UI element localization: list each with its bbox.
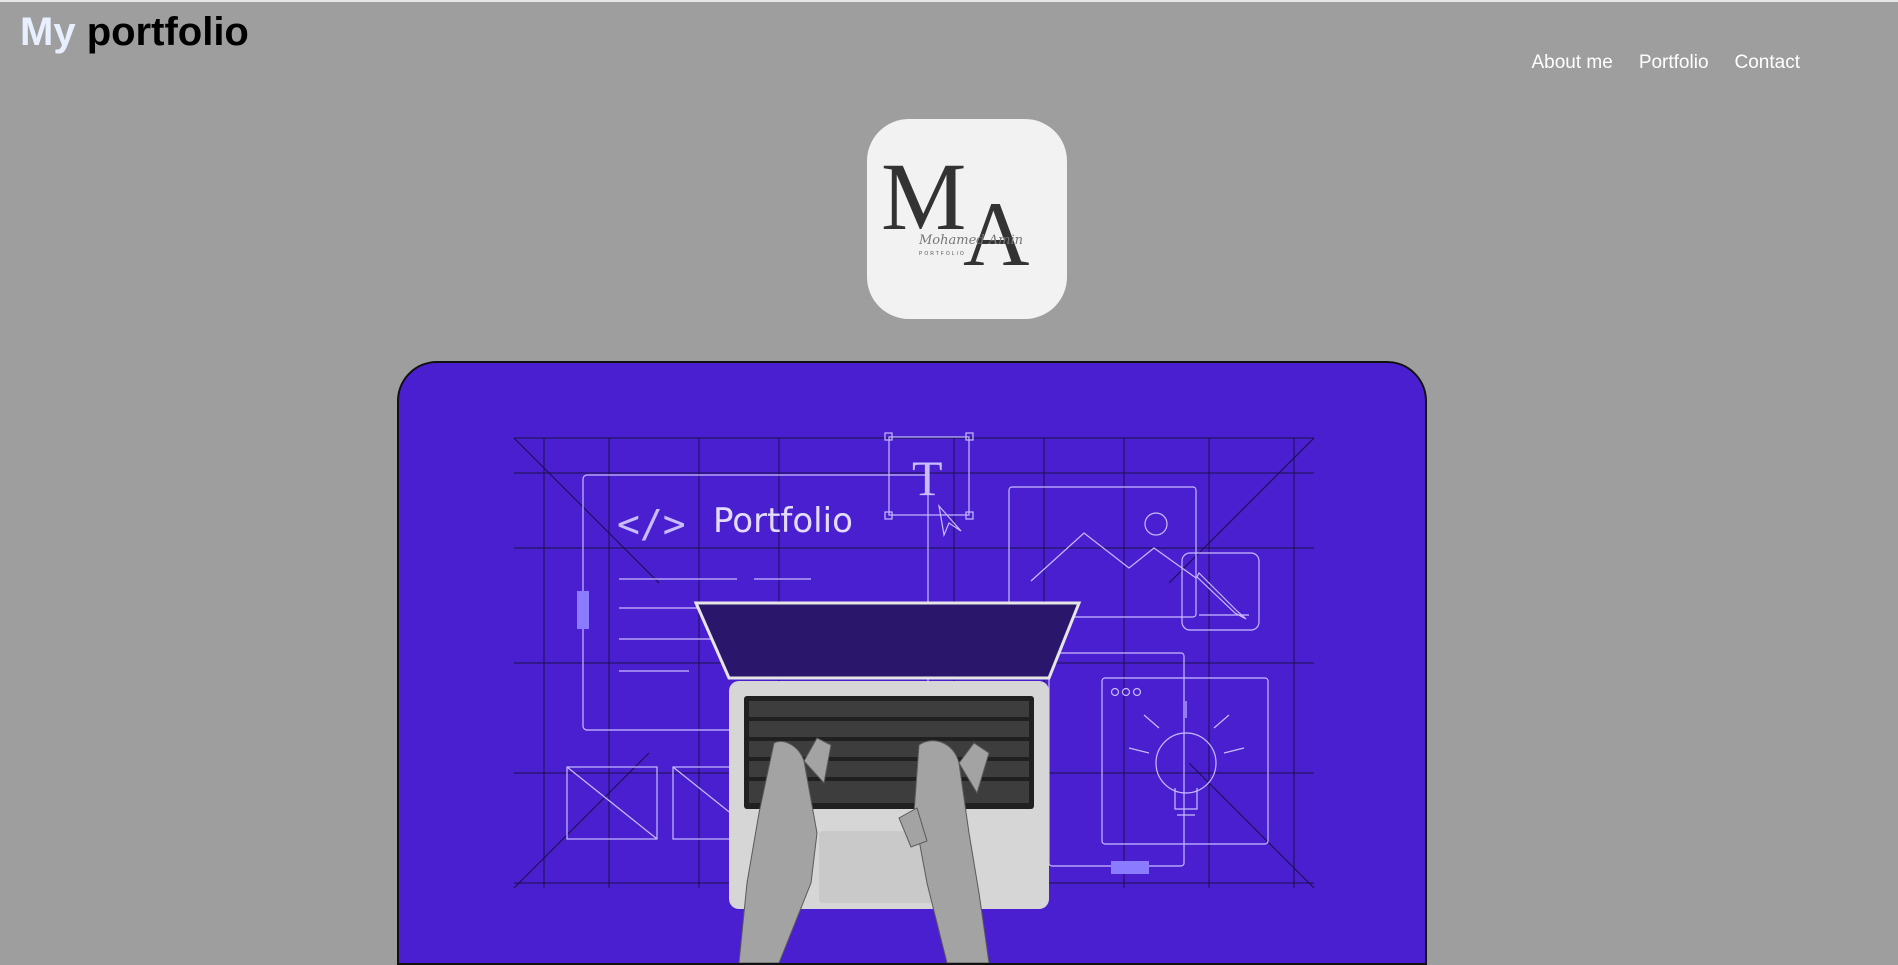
site-title-rest: portfolio bbox=[75, 10, 249, 54]
text-tool-glyph: T bbox=[912, 450, 943, 506]
main-nav: About me Portfolio Contact bbox=[1531, 52, 1800, 74]
site-title-accent: My bbox=[20, 10, 76, 54]
image-icon bbox=[1008, 486, 1197, 618]
code-icon: </> bbox=[617, 502, 686, 546]
nav-link-portfolio[interactable]: Portfolio bbox=[1639, 52, 1709, 74]
accent-block-left bbox=[577, 591, 589, 629]
site-title: My portfolio bbox=[20, 8, 249, 56]
nav-link-about-me[interactable]: About me bbox=[1531, 52, 1612, 74]
ideas-panel bbox=[1048, 652, 1269, 867]
hero-card-title: Portfolio bbox=[713, 501, 853, 541]
logo: M A Mohamed Amin PORTFOLIO bbox=[867, 119, 1067, 319]
pencil-icon bbox=[1181, 552, 1260, 631]
top-border bbox=[0, 0, 1898, 2]
logo-monogram: M A Mohamed Amin PORTFOLIO bbox=[881, 143, 1029, 285]
hero-illustration: </> Portfolio T bbox=[397, 361, 1427, 965]
logo-signature: Mohamed Amin bbox=[918, 233, 1023, 248]
accent-block-bottom bbox=[1111, 861, 1149, 874]
nav-link-contact[interactable]: Contact bbox=[1735, 52, 1800, 74]
hero-illustration-art: </> Portfolio T bbox=[513, 432, 1315, 963]
logo-tagline: PORTFOLIO bbox=[919, 251, 966, 257]
